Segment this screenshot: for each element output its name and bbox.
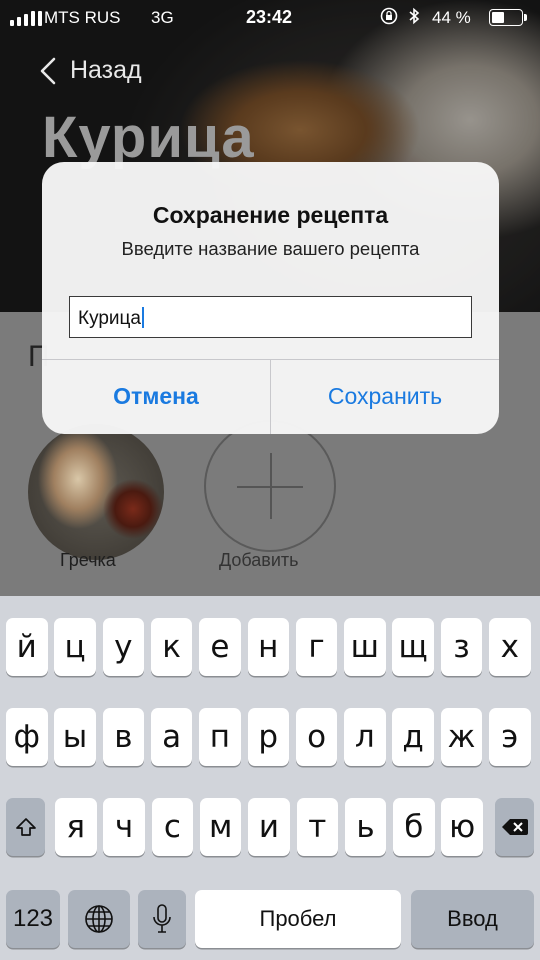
key-letter[interactable]: а — [150, 708, 193, 766]
key-letter[interactable]: д — [392, 708, 434, 766]
signal-icon — [10, 11, 42, 26]
key-letter[interactable]: с — [151, 798, 194, 856]
key-letter[interactable]: х — [489, 618, 531, 676]
dialog-title: Сохранение рецепта — [152, 202, 389, 228]
key-letter[interactable]: в — [102, 708, 145, 766]
recipe-name-value: Курица — [78, 308, 141, 329]
key-letter[interactable]: у — [102, 618, 145, 676]
recipe-name-input[interactable]: Курица — [69, 296, 472, 338]
key-letter[interactable]: ж — [440, 708, 483, 766]
key-letter[interactable]: я — [55, 798, 97, 856]
key-letter[interactable]: ш — [344, 618, 386, 676]
key-letter[interactable]: о — [295, 708, 338, 766]
recipe-title: Курица — [42, 105, 255, 170]
key-letter[interactable]: л — [344, 708, 386, 766]
text-cursor — [141, 307, 144, 328]
orientation-lock-icon — [380, 7, 398, 25]
key-letter[interactable]: н — [247, 618, 289, 676]
globe-key[interactable] — [68, 890, 130, 948]
back-button[interactable]: Назад — [40, 56, 142, 85]
recipe-thumbnail-label: Гречка — [60, 550, 116, 570]
globe-icon — [85, 905, 113, 933]
key-letter[interactable]: р — [247, 708, 289, 766]
key-letter[interactable]: ы — [54, 708, 96, 766]
dialog-message: Введите название вашего рецепта — [121, 238, 420, 259]
key-letter[interactable]: щ — [392, 618, 434, 676]
numbers-key[interactable]: 123 — [6, 890, 60, 948]
key-letter[interactable]: з — [440, 618, 483, 676]
key-letter[interactable]: ц — [54, 618, 96, 676]
key-letter[interactable]: ч — [103, 798, 145, 856]
bluetooth-icon — [409, 7, 420, 25]
shift-key[interactable] — [6, 798, 45, 856]
dictation-key[interactable] — [138, 890, 186, 948]
space-key[interactable]: Пробел — [195, 890, 401, 948]
key-letter[interactable]: п — [199, 708, 241, 766]
backspace-icon — [501, 819, 528, 835]
key-letter[interactable]: ь — [344, 798, 387, 856]
key-letter[interactable]: г — [295, 618, 338, 676]
key-letter[interactable]: м — [199, 798, 242, 856]
carrier-name: MTS RUS — [44, 8, 121, 27]
shift-icon — [15, 818, 36, 836]
key-letter[interactable]: и — [248, 798, 290, 856]
add-recipe-button[interactable] — [204, 420, 336, 552]
key-letter[interactable]: й — [6, 618, 48, 676]
key-letter[interactable]: т — [296, 798, 338, 856]
battery-icon — [489, 9, 527, 26]
keyboard: 123 Пробел Ввод йцукенгшщзх фывапролджэ яч… — [0, 596, 540, 960]
network-type: 3G — [151, 8, 174, 27]
clock: 23:42 — [246, 7, 293, 27]
key-letter[interactable]: э — [489, 708, 531, 766]
key-letter[interactable]: ф — [6, 708, 48, 766]
key-letter[interactable]: ю — [441, 798, 483, 856]
return-key[interactable]: Ввод — [411, 890, 534, 948]
battery-percent: 44 % — [432, 8, 471, 27]
add-recipe-label: Добавить — [219, 550, 299, 570]
status-bar: MTS RUS 3G 23:42 44 % — [0, 0, 540, 36]
back-label: Назад — [70, 56, 142, 84]
microphone-icon — [153, 904, 171, 933]
chevron-left-icon — [40, 57, 56, 84]
save-button[interactable]: Сохранить — [271, 359, 499, 434]
cancel-button[interactable]: Отмена — [42, 359, 270, 434]
key-letter[interactable]: е — [199, 618, 241, 676]
key-letter[interactable]: к — [150, 618, 193, 676]
key-letter[interactable]: б — [393, 798, 435, 856]
delete-key[interactable] — [495, 798, 534, 856]
save-recipe-dialog: Сохранение рецепта Введите название ваше… — [42, 162, 499, 434]
recipe-thumbnail[interactable] — [28, 424, 164, 560]
